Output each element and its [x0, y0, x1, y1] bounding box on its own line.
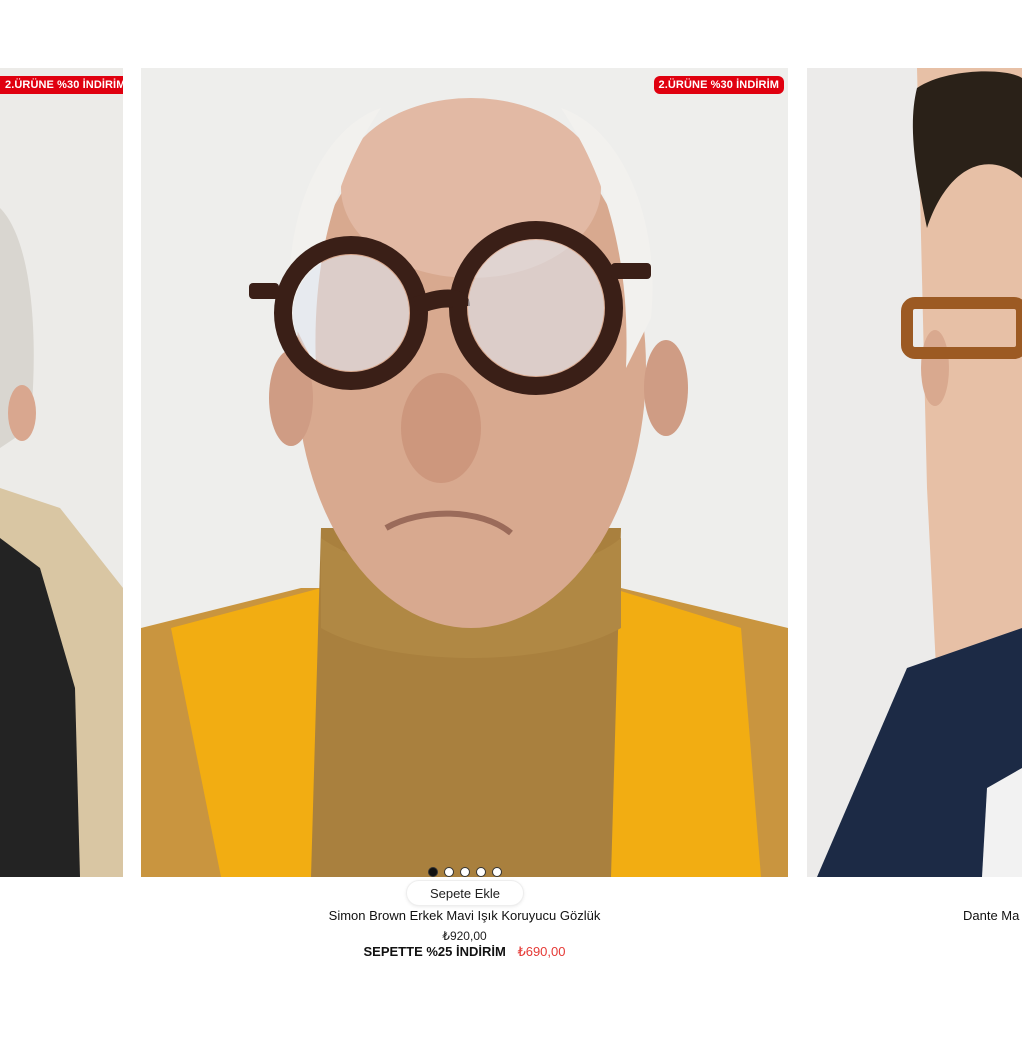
promo-row: SEPETTE %25 İNDİRİM ₺690,00: [141, 944, 788, 960]
discount-badge: 2.ÜRÜNE %30 İNDİRİM: [0, 76, 123, 94]
carousel-dot-2[interactable]: [443, 867, 454, 877]
product-image-right[interactable]: [807, 68, 1022, 877]
product-card-main[interactable]: 2.ÜRÜNE %30 İNDİRİM: [141, 68, 788, 877]
product-image-main[interactable]: [141, 68, 788, 877]
discounted-price: ₺690,00: [517, 944, 566, 959]
image-carousel-dots: [427, 867, 502, 877]
discount-badge: 2.ÜRÜNE %30 İNDİRİM: [653, 76, 784, 94]
carousel-dot-4[interactable]: [475, 867, 486, 877]
product-image-left[interactable]: [0, 68, 123, 877]
product-card-right[interactable]: [807, 68, 1022, 877]
carousel-dot-1[interactable]: [427, 867, 438, 877]
product-card-left[interactable]: 2.ÜRÜNE %30 İNDİRİM: [0, 68, 123, 877]
product-title-right[interactable]: Dante Ma: [963, 908, 1019, 923]
old-price: ₺920,00: [442, 929, 487, 943]
add-to-cart-button[interactable]: Sepete Ekle: [406, 880, 524, 906]
product-title[interactable]: Simon Brown Erkek Mavi Işık Koruyucu Göz…: [141, 908, 788, 923]
carousel-dot-5[interactable]: [491, 867, 502, 877]
carousel-dot-3[interactable]: [459, 867, 470, 877]
cart-discount-label: SEPETTE %25 İNDİRİM: [363, 944, 506, 959]
